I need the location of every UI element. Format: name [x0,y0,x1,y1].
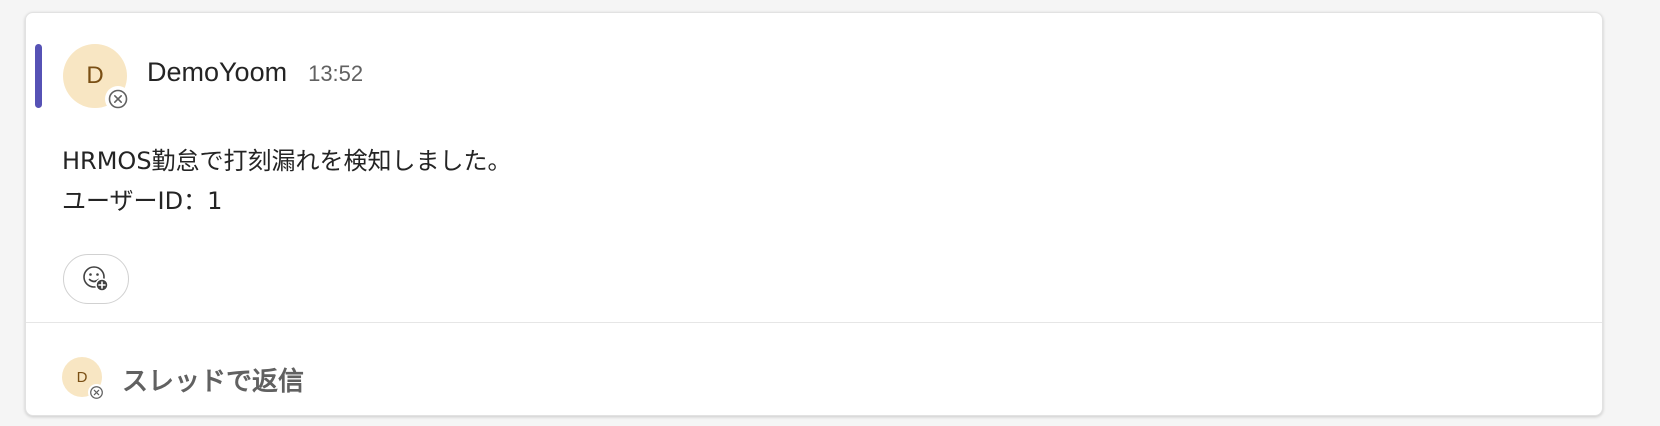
message-line: HRMOS勤怠で打刻漏れを検知しました。 [62,147,512,175]
message-line: ユーザーID：1 [62,187,223,215]
presence-offline-icon [105,86,131,112]
avatar-initial: D [86,62,104,89]
message-body: HRMOS勤怠で打刻漏れを検知しました。 ユーザーID：1 [62,141,512,221]
divider [26,322,1602,323]
message-timestamp[interactable]: 13:52 [308,61,363,87]
message-header: DemoYoom 13:52 [147,57,363,97]
presence-offline-icon [88,384,105,401]
avatar-initial: D [76,368,88,386]
reply-in-thread-button[interactable]: スレッドで返信 [122,361,304,398]
message-card: D DemoYoom 13:52 HRMOS勤怠で打刻漏れを検知しました。 ユー… [25,12,1603,416]
sender-name[interactable]: DemoYoom [147,57,287,88]
unread-accent-bar [35,44,42,108]
add-reaction-button[interactable] [63,254,129,304]
add-reaction-icon [83,266,109,292]
